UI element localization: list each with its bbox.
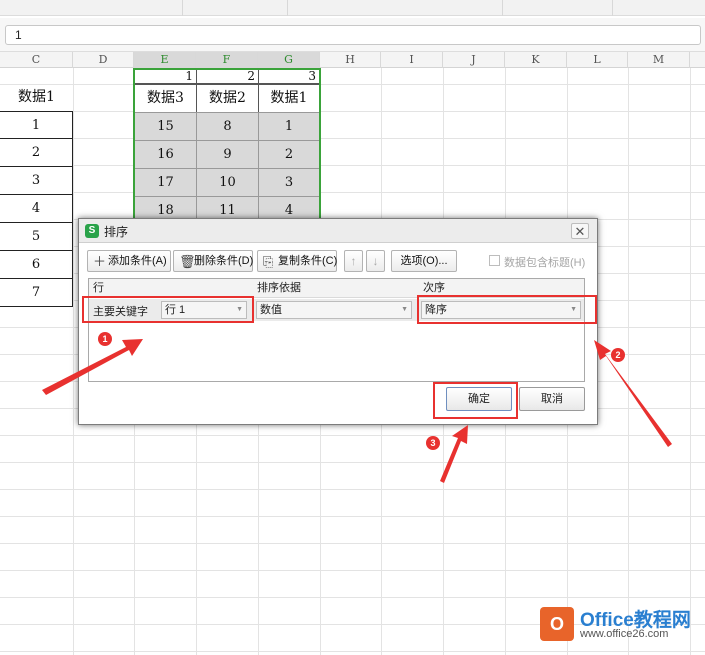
delete-condition-button[interactable]: 🗑 删除条件(D) (173, 250, 253, 272)
dialog-title: 排序 (104, 225, 129, 239)
copy-icon: ⎘ (263, 254, 274, 269)
row-number-cell[interactable]: 1 (134, 68, 197, 84)
column-header-l[interactable]: L (567, 52, 628, 68)
table-cell[interactable]: 4 (0, 195, 73, 223)
row-number-cell[interactable]: 2 (196, 68, 259, 84)
office-logo-icon: O (540, 607, 574, 641)
checkbox-box[interactable] (489, 255, 500, 266)
chevron-down-icon: ▼ (570, 306, 577, 313)
header-row: 行 (93, 282, 104, 294)
panel-header: 行 排序依据 次序 (89, 279, 584, 298)
chevron-down-icon: ▼ (401, 306, 408, 313)
chevron-down-icon: ▼ (236, 306, 243, 313)
wps-app-icon: S (85, 224, 99, 238)
delete-condition-label: 删除条件(D) (194, 255, 254, 267)
step-badge-1: 1 (98, 332, 112, 346)
copy-condition-button[interactable]: ⎘ 复制条件(C) (257, 250, 337, 272)
formula-bar: 1 (0, 18, 705, 52)
table-cell[interactable]: 7 (0, 279, 73, 307)
column-header-g[interactable]: G (258, 52, 320, 68)
column-header-c[interactable]: C (0, 52, 73, 68)
table-cell[interactable]: 17 (134, 168, 197, 197)
sort-basis-value: 数值 (260, 304, 282, 316)
column-header-h[interactable]: H (320, 52, 381, 68)
header-order: 次序 (423, 282, 445, 294)
table-cell[interactable]: 8 (196, 112, 259, 141)
table-header-cell[interactable]: 数据2 (196, 84, 259, 113)
column-header-d[interactable]: D (73, 52, 134, 68)
copy-condition-label: 复制条件(C) (278, 255, 338, 267)
options-button[interactable]: 选项(O)... (391, 250, 457, 272)
sort-dialog: S 排序 ✕ ＋ 添加条件(A) 🗑 删除条件(D) ⎘ 复制条件(C) ↑ ↓… (78, 218, 598, 425)
add-condition-label: 添加条件(A) (108, 255, 167, 267)
column-header-m[interactable]: M (628, 52, 690, 68)
table-cell[interactable]: 3 (0, 167, 73, 195)
step-badge-2: 2 (611, 348, 625, 362)
column-header-e[interactable]: E (134, 52, 196, 68)
ok-button[interactable]: 确定 (446, 387, 512, 411)
table-cell[interactable]: 5 (0, 223, 73, 251)
table-header-cell[interactable]: 数据3 (134, 84, 197, 113)
header-checkbox-label: 数据包含标题(H) (504, 257, 586, 269)
table-cell[interactable]: 3 (258, 168, 320, 197)
column-header-f[interactable]: F (196, 52, 258, 68)
table-cell[interactable]: 6 (0, 251, 73, 279)
key-select[interactable]: 行 1 ▼ (161, 301, 247, 319)
add-condition-button[interactable]: ＋ 添加条件(A) (87, 250, 171, 272)
column-header-row: C D E F G H I J K L M (0, 52, 705, 68)
table-cell[interactable]: 16 (134, 140, 197, 169)
table-cell[interactable]: 1 (258, 112, 320, 141)
table-cell[interactable]: 2 (0, 139, 73, 167)
order-select[interactable]: 降序 ▼ (421, 301, 581, 319)
table-header-cell[interactable]: 数据1 (258, 84, 320, 113)
conditions-panel: 行 排序依据 次序 主要关键字 行 1 ▼ 数值 ▼ 降序 ▼ (88, 278, 585, 382)
move-up-button[interactable]: ↑ (344, 250, 363, 272)
table-cell[interactable]: 1 (0, 111, 73, 139)
table-cell[interactable]: 10 (196, 168, 259, 197)
dialog-title-bar[interactable]: S 排序 ✕ (79, 219, 597, 243)
watermark: O Office教程网 www.office26.com (540, 605, 700, 645)
plus-icon: ＋ (93, 254, 107, 269)
table-cell[interactable]: 9 (196, 140, 259, 169)
order-value: 降序 (425, 304, 447, 316)
row-number-cell[interactable]: 3 (258, 68, 320, 84)
condition-row[interactable]: 主要关键字 行 1 ▼ 数值 ▼ 降序 ▼ (89, 299, 584, 321)
formula-input[interactable]: 1 (5, 25, 701, 45)
table-cell[interactable]: 2 (258, 140, 320, 169)
header-sort-basis: 排序依据 (257, 282, 301, 294)
sort-basis-select[interactable]: 数值 ▼ (256, 301, 412, 319)
cancel-button[interactable]: 取消 (519, 387, 585, 411)
column-header-j[interactable]: J (443, 52, 505, 68)
primary-key-label: 主要关键字 (93, 306, 148, 318)
column-header-i[interactable]: I (381, 52, 443, 68)
step-badge-3: 3 (426, 436, 440, 450)
column-header-k[interactable]: K (505, 52, 567, 68)
watermark-url: www.office26.com (580, 628, 669, 640)
toolbar-strip (0, 0, 705, 16)
close-button[interactable]: ✕ (571, 223, 589, 239)
key-select-value: 行 1 (165, 304, 186, 316)
source-table-header[interactable]: 数据1 (0, 84, 73, 111)
move-down-button[interactable]: ↓ (366, 250, 385, 272)
table-cell[interactable]: 15 (134, 112, 197, 141)
